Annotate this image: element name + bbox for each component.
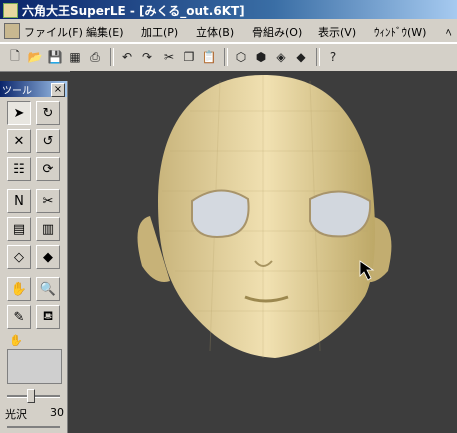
menu-skeleton[interactable]: 骨組み(O) (252, 24, 302, 40)
color-swatch[interactable] (7, 349, 62, 384)
menu-help[interactable]: ﾍ (446, 24, 452, 40)
wireframe-view-icon[interactable]: ⬡ (232, 48, 250, 66)
hand-pan-tool[interactable]: ✋ (7, 277, 31, 301)
extrude-tool[interactable]: ▤ (7, 217, 31, 241)
paint-bucket-tool[interactable]: ⛾ (36, 305, 60, 329)
menu-window[interactable]: ｳｨﾝﾄﾞｳ(W) (374, 24, 426, 40)
menu-process[interactable]: 加工(P) (141, 24, 178, 40)
tool-palette-title: ツール (2, 86, 32, 97)
zoom-tool[interactable]: 🔍 (36, 277, 60, 301)
open-folder-icon[interactable]: 📂 (26, 48, 44, 66)
menu-view[interactable]: 表示(V) (318, 24, 356, 40)
rotate-view-tool[interactable]: ↺ (36, 129, 60, 153)
new-file-icon[interactable]: 🗋 (6, 48, 24, 66)
document-icon[interactable] (4, 23, 20, 39)
face-tool[interactable]: ☷ (7, 157, 31, 181)
texture-view-icon[interactable]: ◆ (292, 48, 310, 66)
hand-icon: ✋ (9, 334, 23, 347)
menu-edit[interactable]: 編集(E) (86, 24, 124, 40)
gloss-slider[interactable] (7, 426, 60, 428)
smooth-view-icon[interactable]: ◈ (272, 48, 290, 66)
toolbar-separator (110, 48, 114, 66)
save-icon[interactable]: 💾 (46, 48, 64, 66)
cut-icon[interactable]: ✂ (160, 48, 178, 66)
print-icon[interactable]: ⎙ (86, 48, 104, 66)
redo-icon[interactable]: ↷ (138, 48, 156, 66)
eyedropper-tool[interactable]: ✎ (7, 305, 31, 329)
right-eye (309, 190, 372, 238)
mirror-tool[interactable]: ▥ (36, 217, 60, 241)
knife-tool[interactable]: ✕ (7, 129, 31, 153)
copy-icon[interactable]: ❐ (180, 48, 198, 66)
menu-file[interactable]: ファイル(F) (24, 24, 83, 40)
gloss-label: 光沢 (5, 408, 27, 421)
close-icon[interactable]: × (51, 83, 65, 97)
gloss-value: 30 (50, 406, 64, 419)
tool-palette: ツール × ➤ ↻ ✕ ↺ ☷ ⟳ N ✂ ▤ ▥ ◇ ◆ ✋ 🔍 ✎ ⛾ ✋ … (0, 81, 68, 433)
toolbar-separator (316, 48, 320, 66)
app-icon (3, 3, 18, 18)
menu-solid[interactable]: 立体(B) (196, 24, 234, 40)
slider-thumb[interactable] (27, 389, 35, 403)
title-bar: 六角大王SuperLE - [みくる_out.6KT] (0, 0, 457, 19)
3d-viewport[interactable] (70, 71, 457, 433)
save-as-icon[interactable]: ▦ (66, 48, 84, 66)
help-icon[interactable]: ? (324, 48, 342, 66)
select-arrow-tool[interactable]: ➤ (7, 101, 31, 125)
window-title: 六角大王SuperLE - [みくる_out.6KT] (22, 4, 245, 18)
edge-tool[interactable]: N (7, 189, 31, 213)
undo-icon[interactable]: ↶ (118, 48, 136, 66)
cube-tool[interactable]: ◆ (36, 245, 60, 269)
toolbar-separator (224, 48, 228, 66)
toolbar: 🗋 📂 💾 ▦ ⎙ ↶ ↷ ✂ ❐ 📋 ⬡ ⬢ ◈ ◆ ? (0, 43, 457, 72)
menu-bar: ファイル(F) 編集(E) 加工(P) 立体(B) 骨組み(O) 表示(V) ｳ… (0, 19, 457, 43)
head-model (137, 75, 392, 358)
tool-palette-title-bar[interactable]: ツール × (0, 81, 67, 97)
rotate-tool[interactable]: ↻ (36, 101, 60, 125)
shaded-view-icon[interactable]: ⬢ (252, 48, 270, 66)
left-eye (191, 189, 250, 238)
paste-icon[interactable]: 📋 (200, 48, 218, 66)
plane-tool[interactable]: ◇ (7, 245, 31, 269)
lasso-tool[interactable]: ⟳ (36, 157, 60, 181)
scissors-tool[interactable]: ✂ (36, 189, 60, 213)
